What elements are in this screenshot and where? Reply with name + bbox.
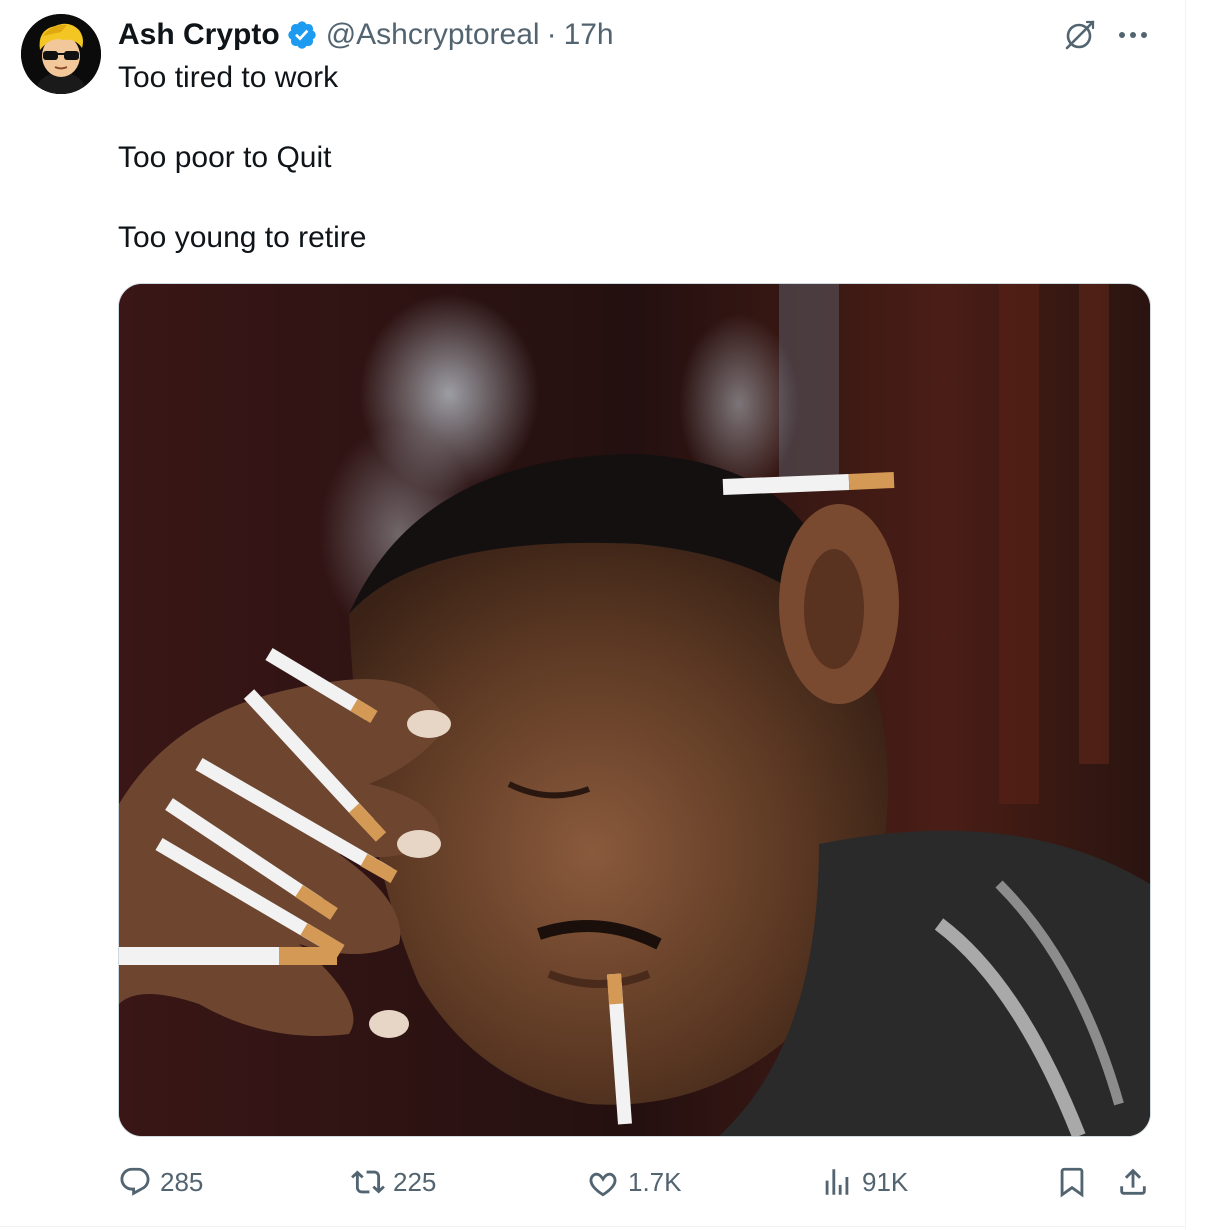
author-display-name[interactable]: Ash Crypto — [118, 14, 280, 56]
tweet-text-line: Too young to retire — [118, 221, 367, 254]
tweet-text-line: Too tired to work — [118, 61, 339, 94]
tweet-media-image[interactable] — [118, 283, 1151, 1137]
timeline-right-border — [1185, 0, 1186, 1230]
tweet-timestamp[interactable]: 17h — [564, 14, 614, 56]
photo-man-with-cigarettes-icon — [119, 284, 1150, 1136]
cartoon-avatar-icon — [21, 14, 101, 94]
tweet-actions-bar: 285 225 1.7K 91K — [118, 1160, 1158, 1204]
grok-icon[interactable] — [1062, 17, 1098, 53]
author-handle[interactable]: @Ashcryptoreal — [326, 14, 540, 56]
repost-icon — [351, 1170, 385, 1194]
reply-button[interactable]: 285 — [118, 1160, 203, 1204]
views-button[interactable]: 91K — [820, 1160, 908, 1204]
heart-icon — [589, 1172, 617, 1197]
bookmark-icon[interactable] — [1055, 1165, 1089, 1199]
like-count: 1.7K — [628, 1166, 682, 1197]
tweet-header: Ash Crypto @Ashcryptoreal · 17h — [118, 14, 614, 56]
header-separator: · — [546, 18, 557, 51]
tweet-divider — [0, 1226, 1186, 1227]
reply-count: 285 — [160, 1166, 204, 1197]
verified-badge-icon[interactable] — [286, 19, 318, 51]
more-options-icon[interactable] — [1115, 23, 1151, 47]
repost-button[interactable]: 225 — [351, 1160, 436, 1204]
views-chart-icon — [825, 1169, 849, 1195]
share-icon[interactable] — [1116, 1165, 1150, 1199]
like-button[interactable]: 1.7K — [586, 1160, 682, 1204]
author-avatar[interactable] — [21, 14, 101, 94]
reply-icon — [120, 1167, 150, 1196]
repost-count: 225 — [393, 1166, 437, 1197]
tweet-text-line: Too poor to Quit — [118, 141, 332, 174]
views-count: 91K — [862, 1166, 909, 1197]
tweet-text: Too tired to work Too poor to Quit Too y… — [118, 58, 1148, 258]
